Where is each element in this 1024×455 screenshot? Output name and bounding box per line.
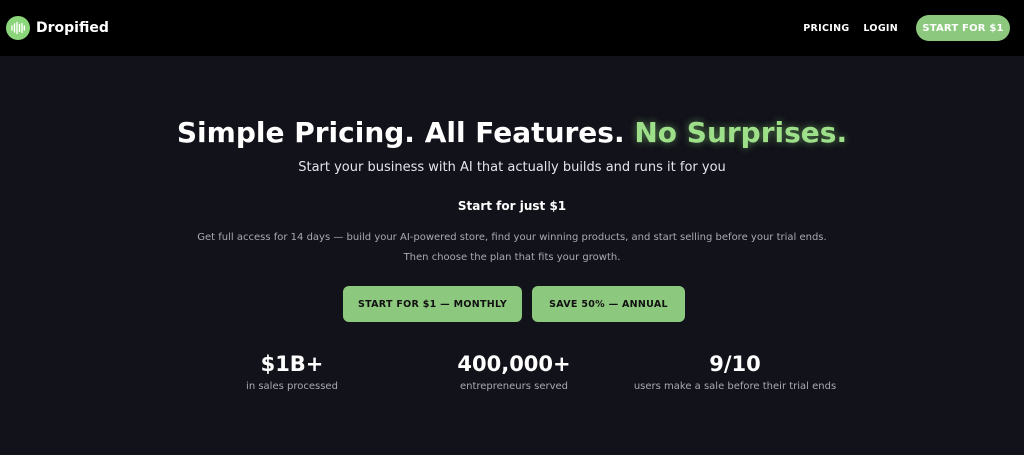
- stat-label: users make a sale before their trial end…: [633, 381, 837, 392]
- start-for-1-button[interactable]: START FOR $1: [916, 15, 1010, 41]
- nav-links: PRICING LOGIN START FOR $1: [803, 15, 1010, 41]
- headline-accent: No Surprises.: [634, 116, 848, 149]
- description-line-2: Then choose the plan that fits your grow…: [403, 252, 621, 263]
- subheadline: Start your business with AI that actuall…: [298, 160, 726, 175]
- stat-label: entrepreneurs served: [459, 381, 569, 392]
- stat-value: 9/10: [709, 352, 761, 376]
- stat-label: in sales processed: [246, 381, 338, 392]
- page-title: Simple Pricing. All Features. No Surpris…: [0, 116, 1024, 149]
- start-monthly-button[interactable]: START FOR $1 — MONTHLY: [343, 286, 522, 322]
- nav-link-login[interactable]: LOGIN: [863, 23, 898, 34]
- brand[interactable]: Dropified: [6, 16, 109, 40]
- brand-name: Dropified: [36, 20, 109, 36]
- soundwave-logo-icon: [6, 16, 30, 40]
- top-navbar: Dropified PRICING LOGIN START FOR $1: [0, 0, 1024, 56]
- offer-heading: Start for just $1: [457, 199, 567, 213]
- nav-link-pricing[interactable]: PRICING: [803, 23, 849, 34]
- stat-entrepreneurs: 400,000+ entrepreneurs served: [424, 351, 604, 392]
- save-annual-button[interactable]: SAVE 50% — ANNUAL: [532, 286, 685, 322]
- stat-value: 400,000+: [457, 352, 571, 376]
- stat-sale-rate: 9/10 users make a sale before their tria…: [620, 351, 850, 392]
- stat-sales: $1B+ in sales processed: [212, 351, 372, 392]
- description-line-1: Get full access for 14 days — build your…: [197, 232, 827, 243]
- stat-value: $1B+: [260, 352, 324, 376]
- headline-main: Simple Pricing. All Features.: [176, 116, 625, 149]
